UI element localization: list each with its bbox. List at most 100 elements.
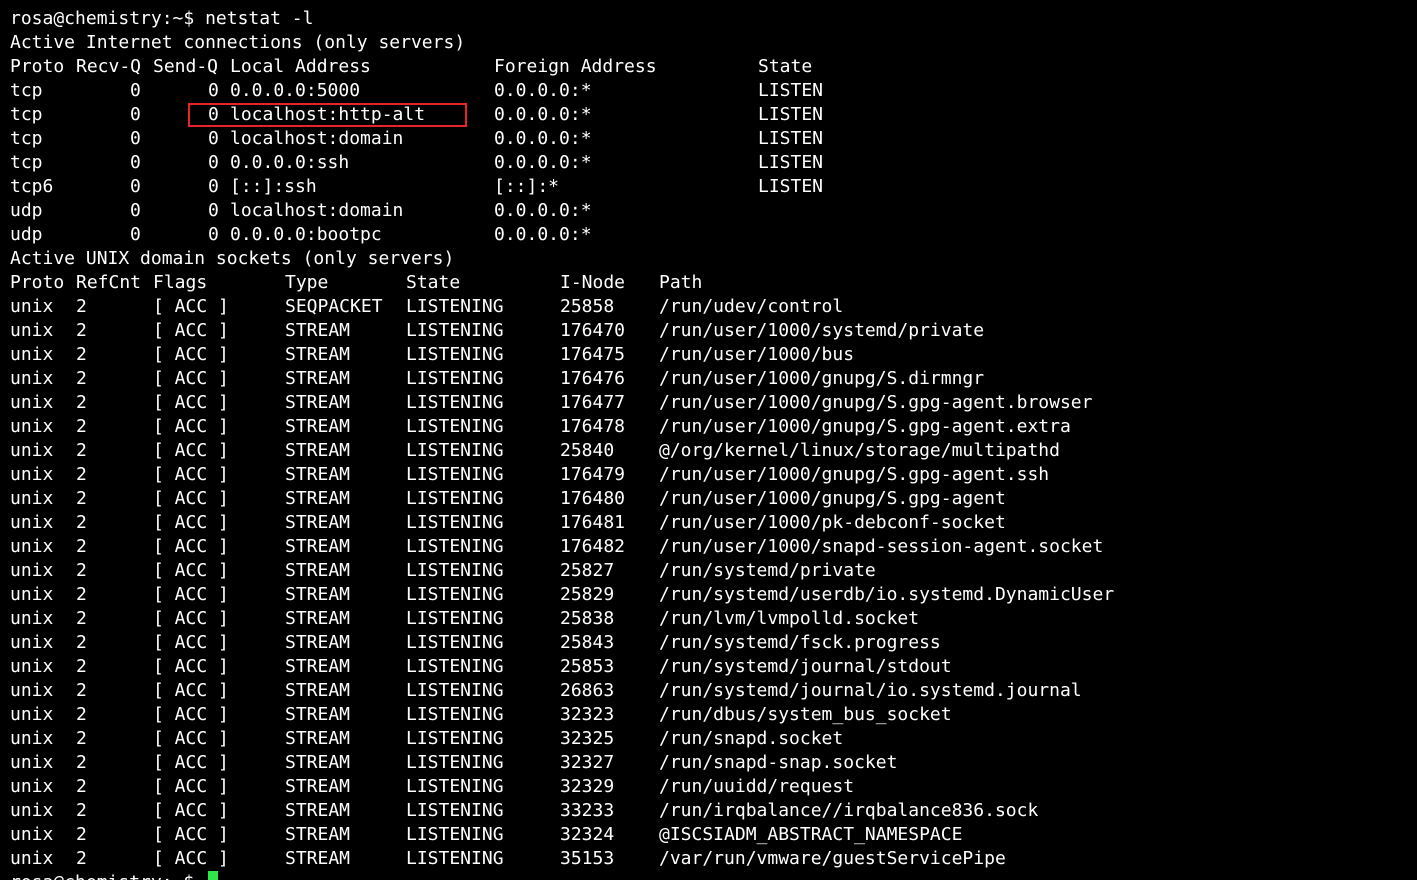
unix-cell-flags: [ ACC ] xyxy=(153,416,229,437)
unix-cell-path: /run/systemd/fsck.progress xyxy=(659,632,941,653)
unix-cell-state: LISTENING xyxy=(406,632,504,653)
unix-cell-state: LISTENING xyxy=(406,704,504,725)
inet-cell-state: LISTEN xyxy=(758,128,824,149)
unix-row: unix 2 [ ACC ] STREAM LISTENING 33233/run/irq… xyxy=(10,799,1410,823)
inet-cell-recvq: 0 xyxy=(130,200,141,221)
unix-cell-proto: unix xyxy=(10,416,54,437)
unix-cell-path: /run/systemd/userdb/io.systemd.DynamicUs… xyxy=(659,584,1115,605)
unix-cell-state: LISTENING xyxy=(406,848,504,869)
unix-cell-proto: unix xyxy=(10,296,54,317)
unix-cell-type: STREAM xyxy=(285,392,351,413)
unix-cell-refcnt: 2 xyxy=(76,680,87,701)
unix-cell-flags: [ ACC ] xyxy=(153,632,229,653)
unix-cell-inode: 176480 xyxy=(560,488,626,509)
unix-cell-proto: unix xyxy=(10,752,54,773)
unix-row: unix 2 [ ACC ] SEQPACKET LISTENING 25858/run/… xyxy=(10,295,1410,319)
unix-cell-type: STREAM xyxy=(285,440,351,461)
unix-cell-proto: unix xyxy=(10,560,54,581)
unix-row: unix 2 [ ACC ] STREAM LISTENING 176475/run/us… xyxy=(10,343,1410,367)
unix-cell-proto: unix xyxy=(10,824,54,845)
inet-header-proto: Proto xyxy=(10,56,65,77)
unix-cell-proto: unix xyxy=(10,512,54,533)
unix-cell-path: /run/user/1000/gnupg/S.gpg-agent xyxy=(659,488,1006,509)
unix-cell-type: STREAM xyxy=(285,752,351,773)
inet-cell-proto: tcp xyxy=(10,80,43,101)
highlight-box xyxy=(188,103,467,127)
unix-cell-type: STREAM xyxy=(285,848,351,869)
unix-row: unix 2 [ ACC ] STREAM LISTENING 176478/run/us… xyxy=(10,415,1410,439)
unix-cell-path: /run/lvm/lvmpolld.socket xyxy=(659,608,920,629)
unix-cell-proto: unix xyxy=(10,344,54,365)
unix-cell-flags: [ ACC ] xyxy=(153,824,229,845)
unix-cell-path: /run/irqbalance//irqbalance836.sock xyxy=(659,800,1039,821)
unix-header-row: Proto RefCnt Flags Type State I-Node Pat… xyxy=(10,271,1410,295)
unix-cell-inode: 176479 xyxy=(560,464,626,485)
unix-cell-path: /run/user/1000/bus xyxy=(659,344,855,365)
unix-row: unix 2 [ ACC ] STREAM LISTENING 32323/run/dbu… xyxy=(10,703,1410,727)
unix-cell-inode: 26863 xyxy=(560,680,615,701)
inet-cell-local: 0.0.0.0:bootpc xyxy=(230,224,382,245)
unix-cell-flags: [ ACC ] xyxy=(153,368,229,389)
inet-cell-foreign: 0.0.0.0:* xyxy=(494,152,592,173)
inet-cell-recvq: 0 xyxy=(130,104,141,125)
trailing-prompt: rosa@chemistry:~$ xyxy=(10,871,194,880)
unix-cell-inode: 176476 xyxy=(560,368,626,389)
unix-cell-type: STREAM xyxy=(285,320,351,341)
unix-cell-flags: [ ACC ] xyxy=(153,320,229,341)
unix-cell-refcnt: 2 xyxy=(76,776,87,797)
inet-cell-local: [::]:ssh xyxy=(230,176,317,197)
inet-row: tcp6 0 0 [::]:ssh [::]:* LISTEN xyxy=(10,175,1410,199)
unix-row: unix 2 [ ACC ] STREAM LISTENING 25840 @/org/ke… xyxy=(10,439,1410,463)
unix-cell-state: LISTENING xyxy=(406,656,504,677)
unix-cell-flags: [ ACC ] xyxy=(153,704,229,725)
inet-cell-sendq: 0 xyxy=(208,200,219,221)
inet-cell-proto: tcp xyxy=(10,128,43,149)
unix-row: unix 2 [ ACC ] STREAM LISTENING 25853/run/sys… xyxy=(10,655,1410,679)
unix-cell-proto: unix xyxy=(10,728,54,749)
unix-cell-path: /run/user/1000/pk-debconf-socket xyxy=(659,512,1006,533)
unix-cell-state: LISTENING xyxy=(406,728,504,749)
inet-cell-proto: tcp6 xyxy=(10,176,54,197)
unix-row: unix 2 [ ACC ] STREAM LISTENING 32325/run/sna… xyxy=(10,727,1410,751)
unix-cell-inode: 32323 xyxy=(560,704,615,725)
inet-cell-foreign: 0.0.0.0:* xyxy=(494,200,592,221)
unix-cell-path: /run/snapd.socket xyxy=(659,728,844,749)
unix-cell-type: STREAM xyxy=(285,416,351,437)
unix-cell-inode: 25838 xyxy=(560,608,615,629)
inet-cell-recvq: 0 xyxy=(130,152,141,173)
unix-header-flags: Flags xyxy=(153,272,208,293)
unix-cell-type: STREAM xyxy=(285,704,351,725)
unix-row: unix 2 [ ACC ] STREAM LISTENING 32327/run/sna… xyxy=(10,751,1410,775)
unix-cell-type: STREAM xyxy=(285,656,351,677)
unix-cell-refcnt: 2 xyxy=(76,752,87,773)
unix-cell-refcnt: 2 xyxy=(76,584,87,605)
inet-cell-foreign: 0.0.0.0:* xyxy=(494,104,592,125)
unix-cell-refcnt: 2 xyxy=(76,440,87,461)
unix-cell-flags: [ ACC ] xyxy=(153,848,229,869)
unix-cell-state: LISTENING xyxy=(406,824,504,845)
unix-cell-proto: unix xyxy=(10,800,54,821)
unix-cell-refcnt: 2 xyxy=(76,464,87,485)
unix-cell-refcnt: 2 xyxy=(76,512,87,533)
unix-cell-inode: 25840 xyxy=(560,440,615,461)
unix-cell-inode: 32324 xyxy=(560,824,615,845)
unix-cell-state: LISTENING xyxy=(406,512,504,533)
unix-cell-path: /run/user/1000/gnupg/S.gpg-agent.ssh xyxy=(659,464,1050,485)
terminal-window[interactable]: rosa@chemistry:~$ netstat -l Active Inte… xyxy=(0,0,1417,880)
unix-cell-state: LISTENING xyxy=(406,368,504,389)
unix-cell-state: LISTENING xyxy=(406,776,504,797)
unix-cell-path: /var/run/vmware/guestServicePipe xyxy=(659,848,1006,869)
unix-cell-proto: unix xyxy=(10,392,54,413)
inet-row: udp 0 0 localhost:domain 0.0.0.0:* xyxy=(10,199,1410,223)
unix-cell-flags: [ ACC ] xyxy=(153,608,229,629)
inet-cell-local: 0.0.0.0:5000 xyxy=(230,80,361,101)
unix-cell-flags: [ ACC ] xyxy=(153,392,229,413)
unix-cell-refcnt: 2 xyxy=(76,800,87,821)
unix-cell-state: LISTENING xyxy=(406,440,504,461)
unix-cell-flags: [ ACC ] xyxy=(153,776,229,797)
unix-cell-type: STREAM xyxy=(285,776,351,797)
unix-cell-inode: 32329 xyxy=(560,776,615,797)
unix-cell-state: LISTENING xyxy=(406,296,504,317)
inet-cell-foreign: 0.0.0.0:* xyxy=(494,128,592,149)
unix-cell-state: LISTENING xyxy=(406,392,504,413)
